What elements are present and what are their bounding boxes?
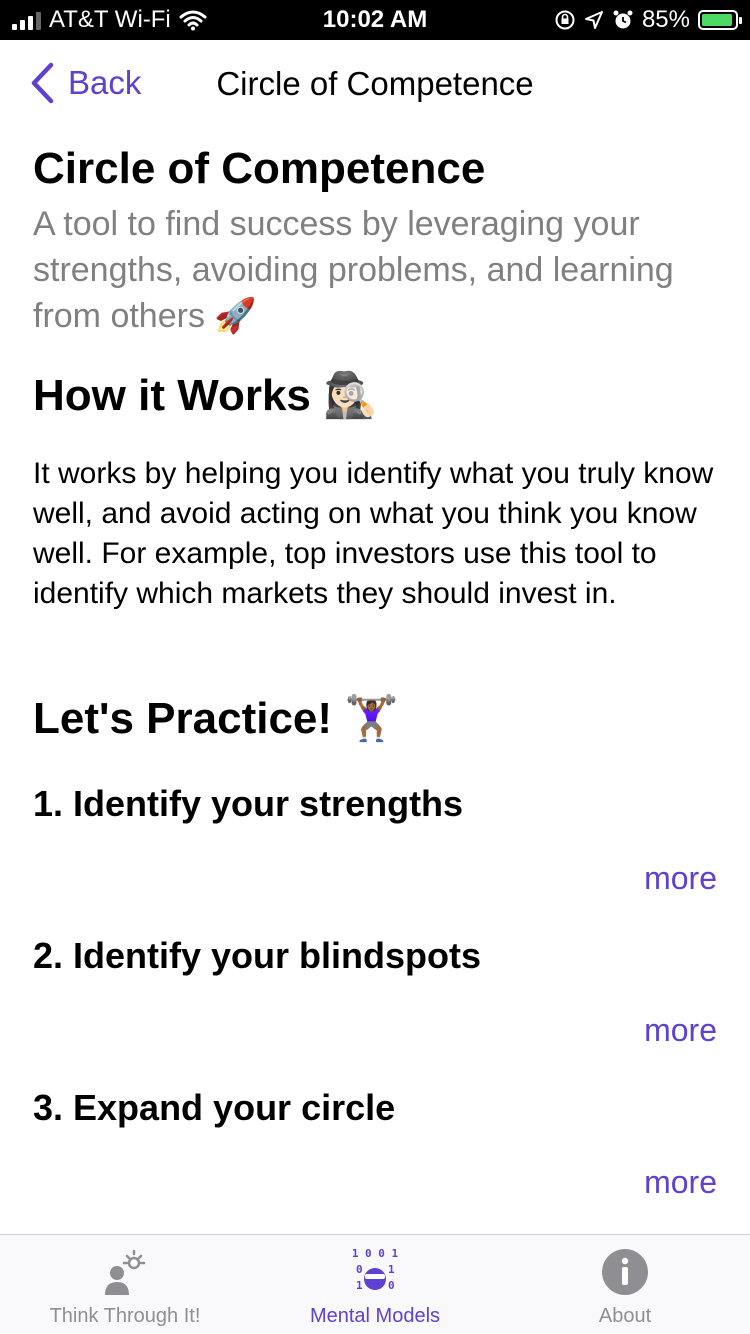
tab-label: Think Through It!: [49, 1305, 201, 1327]
step-3-more-link[interactable]: more: [644, 1164, 717, 1201]
step-3-heading: 3. Expand your circle: [33, 1087, 396, 1128]
tab-label: Mental Models: [309, 1305, 441, 1327]
alarm-icon: [613, 10, 633, 29]
person-lightbulb-icon: [105, 1249, 146, 1295]
svg-text:0: 0: [356, 1263, 363, 1276]
status-right: 85%: [554, 6, 742, 34]
main-content: Circle of Competence A tool to find succ…: [33, 140, 717, 614]
nav-title: Circle of Competence: [216, 65, 534, 102]
binary-mask-icon: 1 0 0 1 0 1 1 0: [352, 1247, 399, 1292]
step-1-heading: 1. Identify your strengths: [33, 783, 464, 824]
svg-text:1 0 0 1: 1 0 0 1: [352, 1247, 399, 1260]
page-subtitle: A tool to find success by leveraging you…: [33, 205, 674, 336]
svg-text:1: 1: [388, 1263, 395, 1276]
practice-heading: Let's Practice! 🏋🏾‍♀️: [33, 694, 400, 743]
tab-bar: Think Through It! 1 0 0 1 0 1 1 0 Mental…: [0, 1234, 750, 1334]
page-title: Circle of Competence: [33, 144, 486, 193]
battery-percent: 85%: [641, 6, 690, 33]
tab-label: About: [598, 1305, 652, 1327]
how-it-works-text: It works by helping you identify what yo…: [33, 457, 714, 611]
svg-text:0: 0: [388, 1279, 395, 1292]
info-icon: [602, 1249, 648, 1295]
location-icon: [584, 11, 603, 29]
navigation-bar: Back Circle of Competence: [0, 40, 750, 128]
battery-icon: [698, 10, 742, 30]
step-1-more-link[interactable]: more: [644, 860, 717, 897]
svg-text:1: 1: [356, 1279, 363, 1292]
tab-think-through-it[interactable]: Think Through It!: [0, 1235, 250, 1334]
how-it-works-heading: How it Works 🕵🏻‍♀️: [33, 371, 378, 421]
orientation-lock-icon: [555, 10, 575, 30]
tab-about[interactable]: About: [500, 1235, 750, 1334]
tab-mental-models[interactable]: 1 0 0 1 0 1 1 0 Mental Models: [250, 1235, 500, 1334]
step-2-heading: 2. Identify your blindspots: [33, 935, 482, 976]
status-bar: AT&T Wi-Fi 10:02 AM 85%: [0, 0, 750, 40]
step-2-more-link[interactable]: more: [644, 1012, 717, 1049]
